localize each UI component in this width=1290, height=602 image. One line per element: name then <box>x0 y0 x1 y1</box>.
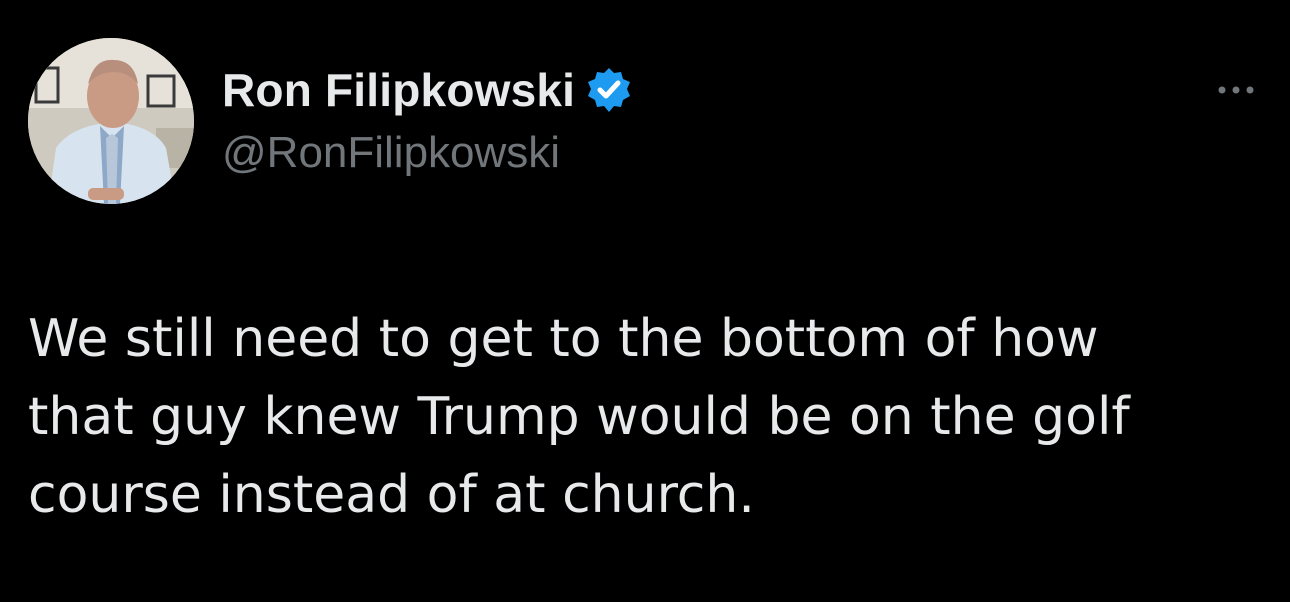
author-header: Ron Filipkowski @RonFilipkowski <box>222 58 633 178</box>
tweet-text: We still need to get to the bottom of ho… <box>28 309 1130 525</box>
avatar[interactable] <box>28 38 194 204</box>
tweet-card: Ron Filipkowski @RonFilipkowski We still… <box>0 0 1290 602</box>
name-row: Ron Filipkowski <box>222 58 633 122</box>
more-options-icon[interactable] <box>1214 78 1258 102</box>
verified-badge-icon[interactable] <box>585 66 633 114</box>
avatar-photo <box>28 38 194 204</box>
user-handle[interactable]: @RonFilipkowski <box>222 128 633 178</box>
display-name[interactable]: Ron Filipkowski <box>222 63 575 117</box>
